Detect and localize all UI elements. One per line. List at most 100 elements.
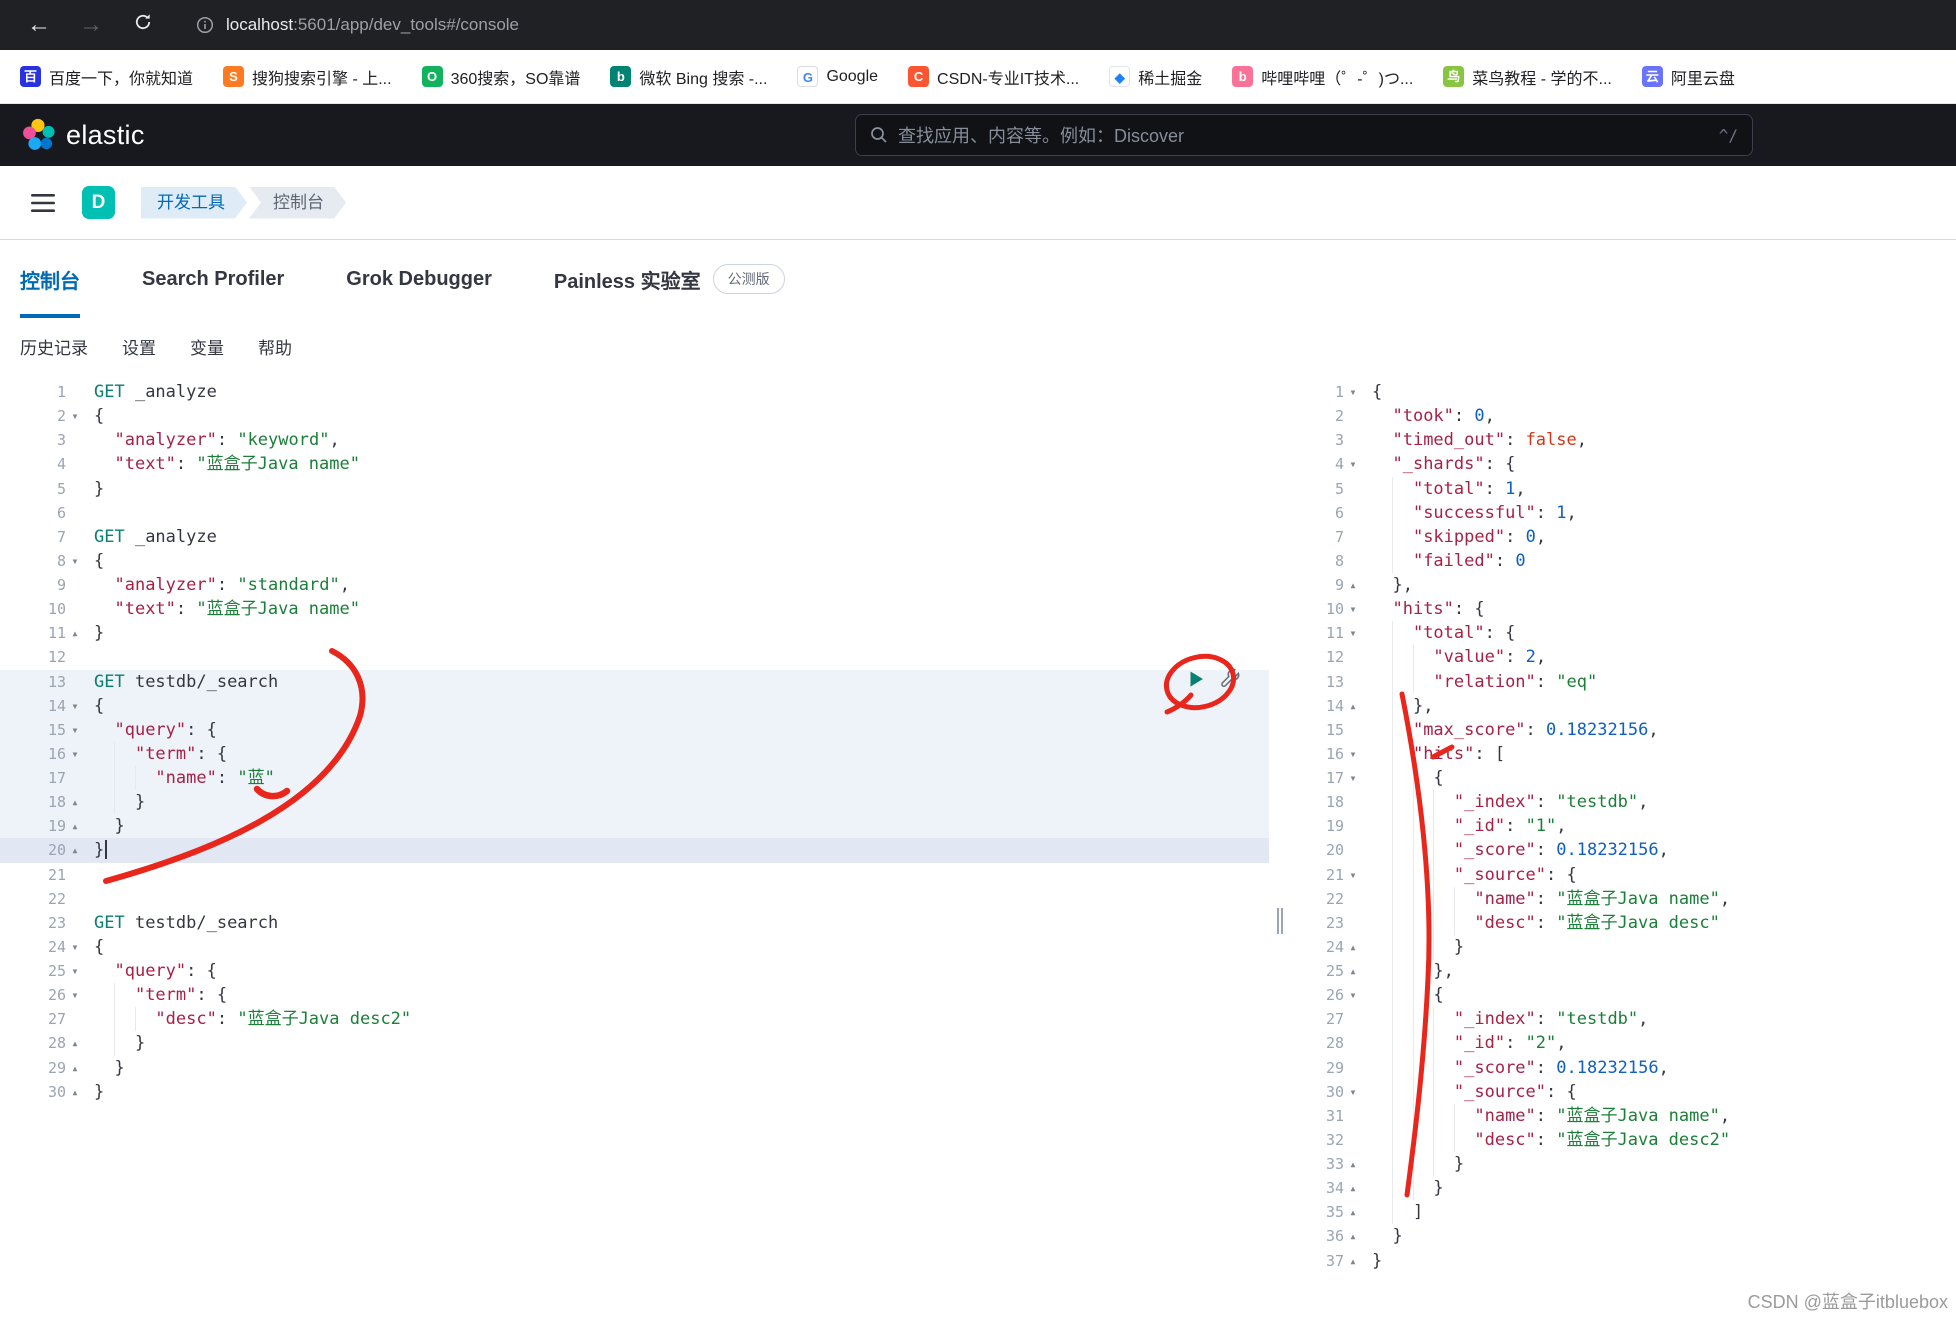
fold-toggle-icon[interactable]: ▾	[66, 694, 84, 718]
console-menu-item[interactable]: 设置	[122, 334, 156, 359]
code-line[interactable]: 29 ▴ }	[0, 1056, 1269, 1080]
fold-toggle-icon[interactable]: ▾	[66, 404, 84, 428]
fold-toggle-icon[interactable]: ▴	[1344, 959, 1362, 983]
code-line[interactable]: 21	[0, 863, 1269, 887]
tab-控制台[interactable]: 控制台	[20, 240, 80, 318]
address-bar[interactable]: localhost:5601/app/dev_tools#/console	[196, 15, 519, 35]
tab-Painless 实验室[interactable]: Painless 实验室 公测版	[554, 240, 785, 318]
fold-toggle-icon[interactable]: ▾	[1344, 452, 1362, 476]
bookmark-item[interactable]: 鸟菜鸟教程 - 学的不...	[1443, 65, 1612, 89]
code-line[interactable]: 23 GET testdb/_search	[0, 911, 1269, 935]
code-line[interactable]: 16 ▾ "term": {	[0, 741, 1269, 766]
bookmark-item[interactable]: G Google	[797, 66, 878, 87]
fold-toggle-icon[interactable]: ▴	[1344, 573, 1362, 597]
global-search-input[interactable]: 查找应用、内容等。例如：Discover ^/	[855, 114, 1753, 156]
fold-toggle-icon[interactable]: ▾	[66, 549, 84, 573]
code-line[interactable]: 18 "_index": "testdb",	[1290, 790, 1956, 815]
code-line[interactable]: 5}	[0, 477, 1269, 501]
bookmark-item[interactable]: 百百度一下，你就知道	[20, 65, 193, 89]
fold-toggle-icon[interactable]: ▾	[66, 935, 84, 959]
code-line[interactable]: 32 "desc": "蓝盒子Java desc2"	[1290, 1127, 1956, 1152]
bookmark-item[interactable]: b 哔哩哔哩（゜-゜)つ...	[1232, 65, 1413, 89]
fold-toggle-icon[interactable]: ▴	[1344, 694, 1362, 718]
code-line[interactable]: 34 ▴ }	[1290, 1176, 1956, 1201]
fold-toggle-icon[interactable]: ▾	[66, 742, 84, 766]
fold-toggle-icon[interactable]: ▾	[1344, 621, 1362, 645]
fold-toggle-icon[interactable]: ▾	[1344, 766, 1362, 790]
code-line[interactable]: 20 ▴}	[0, 838, 1269, 863]
code-line[interactable]: 14 ▴ },	[1290, 693, 1956, 718]
code-line[interactable]: 7 "skipped": 0,	[1290, 524, 1956, 549]
code-line[interactable]: 17 "name": "蓝"	[0, 766, 1269, 791]
console-menu-item[interactable]: 帮助	[258, 334, 292, 359]
code-line[interactable]: 36 ▴ }	[1290, 1224, 1956, 1248]
code-line[interactable]: 23 "desc": "蓝盒子Java desc"	[1290, 910, 1956, 935]
tab-Search Profiler[interactable]: Search Profiler	[142, 240, 284, 318]
code-line[interactable]: 9 ▴ },	[1290, 573, 1956, 597]
code-line[interactable]: 10 ▾ "hits": {	[1290, 597, 1956, 621]
code-line[interactable]: 18 ▴ }	[0, 790, 1269, 815]
send-request-play-button[interactable]	[1185, 668, 1207, 695]
tab-Grok Debugger[interactable]: Grok Debugger	[346, 240, 492, 318]
site-info-icon[interactable]	[196, 16, 214, 34]
fold-toggle-icon[interactable]: ▴	[1344, 1249, 1362, 1273]
code-line[interactable]: 1 GET _analyze	[0, 380, 1269, 404]
code-line[interactable]: 30 ▴}	[0, 1080, 1269, 1104]
code-line[interactable]: 3 "analyzer": "keyword",	[0, 428, 1269, 452]
code-line[interactable]: 26 ▾ {	[1290, 983, 1956, 1008]
code-line[interactable]: 6 "successful": 1,	[1290, 500, 1956, 525]
elastic-logo[interactable]: elastic	[22, 118, 145, 152]
panel-resizer[interactable]	[1269, 374, 1290, 1320]
code-line[interactable]: 37 ▴}	[1290, 1249, 1956, 1273]
code-line[interactable]: 7 GET _analyze	[0, 525, 1269, 549]
bookmark-item[interactable]: C CSDN-专业IT技术...	[908, 65, 1079, 89]
fold-toggle-icon[interactable]: ▴	[66, 621, 84, 645]
fold-toggle-icon[interactable]: ▾	[1344, 742, 1362, 766]
reload-icon[interactable]	[126, 11, 160, 39]
fold-toggle-icon[interactable]: ▾	[1344, 983, 1362, 1007]
bookmark-item[interactable]: O 360搜索，SO靠谱	[421, 65, 580, 89]
fold-toggle-icon[interactable]: ▾	[1344, 863, 1362, 887]
fold-toggle-icon[interactable]: ▴	[66, 790, 84, 814]
code-line[interactable]: 29 "_score": 0.18232156,	[1290, 1055, 1956, 1080]
code-line[interactable]: 13 "relation": "eq"	[1290, 669, 1956, 694]
code-line[interactable]: 35 ▴ ]	[1290, 1200, 1956, 1225]
code-line[interactable]: 5 "total": 1,	[1290, 476, 1956, 501]
code-line[interactable]: 12 "value": 2,	[1290, 645, 1956, 670]
bookmark-item[interactable]: b 微软 Bing 搜索 -...	[610, 65, 767, 89]
code-line[interactable]: 17 ▾ {	[1290, 766, 1956, 791]
console-menu-item[interactable]: 历史记录	[20, 334, 88, 359]
code-line[interactable]: 11 ▴}	[0, 621, 1269, 645]
code-line[interactable]: 19 "_id": "1",	[1290, 814, 1956, 839]
fold-toggle-icon[interactable]: ▴	[1344, 1176, 1362, 1200]
code-line[interactable]: 8 "failed": 0	[1290, 548, 1956, 573]
code-line[interactable]: 30 ▾ "_source": {	[1290, 1079, 1956, 1104]
fold-toggle-icon[interactable]: ▾	[1344, 1080, 1362, 1104]
code-line[interactable]: 6	[0, 501, 1269, 525]
code-line[interactable]: 4 "text": "蓝盒子Java name"	[0, 452, 1269, 476]
fold-toggle-icon[interactable]: ▴	[1344, 1224, 1362, 1248]
code-line[interactable]: 13 GET testdb/_search	[0, 669, 1269, 694]
code-line[interactable]: 25 ▾ "query": {	[0, 959, 1269, 983]
back-icon[interactable]: ←	[22, 11, 56, 39]
code-line[interactable]: 2 "took": 0,	[1290, 404, 1956, 428]
fold-toggle-icon[interactable]: ▴	[66, 814, 84, 838]
code-line[interactable]: 15 ▾ "query": {	[0, 717, 1269, 742]
code-line[interactable]: 25 ▴ },	[1290, 959, 1956, 984]
fold-toggle-icon[interactable]: ▾	[66, 983, 84, 1007]
code-line[interactable]: 2 ▾ {	[0, 404, 1269, 428]
fold-toggle-icon[interactable]: ▴	[1344, 1152, 1362, 1176]
code-line[interactable]: 16 ▾ "hits": [	[1290, 741, 1956, 766]
code-line[interactable]: 24 ▾ {	[0, 935, 1269, 959]
fold-toggle-icon[interactable]: ▾	[66, 959, 84, 983]
fold-toggle-icon[interactable]: ▾	[1344, 597, 1362, 621]
breadcrumb-item[interactable]: 开发工具	[141, 187, 247, 219]
fold-toggle-icon[interactable]: ▴	[66, 838, 84, 862]
code-line[interactable]: 28 "_id": "2",	[1290, 1031, 1956, 1056]
fold-toggle-icon[interactable]: ▴	[66, 1056, 84, 1080]
code-line[interactable]: 21 ▾ "_source": {	[1290, 862, 1956, 887]
bookmark-item[interactable]: ◆ 稀土掘金	[1109, 65, 1202, 89]
code-line[interactable]: 12	[0, 645, 1269, 669]
code-line[interactable]: 19 ▴ }	[0, 814, 1269, 839]
code-line[interactable]: 20 "_score": 0.18232156,	[1290, 838, 1956, 863]
